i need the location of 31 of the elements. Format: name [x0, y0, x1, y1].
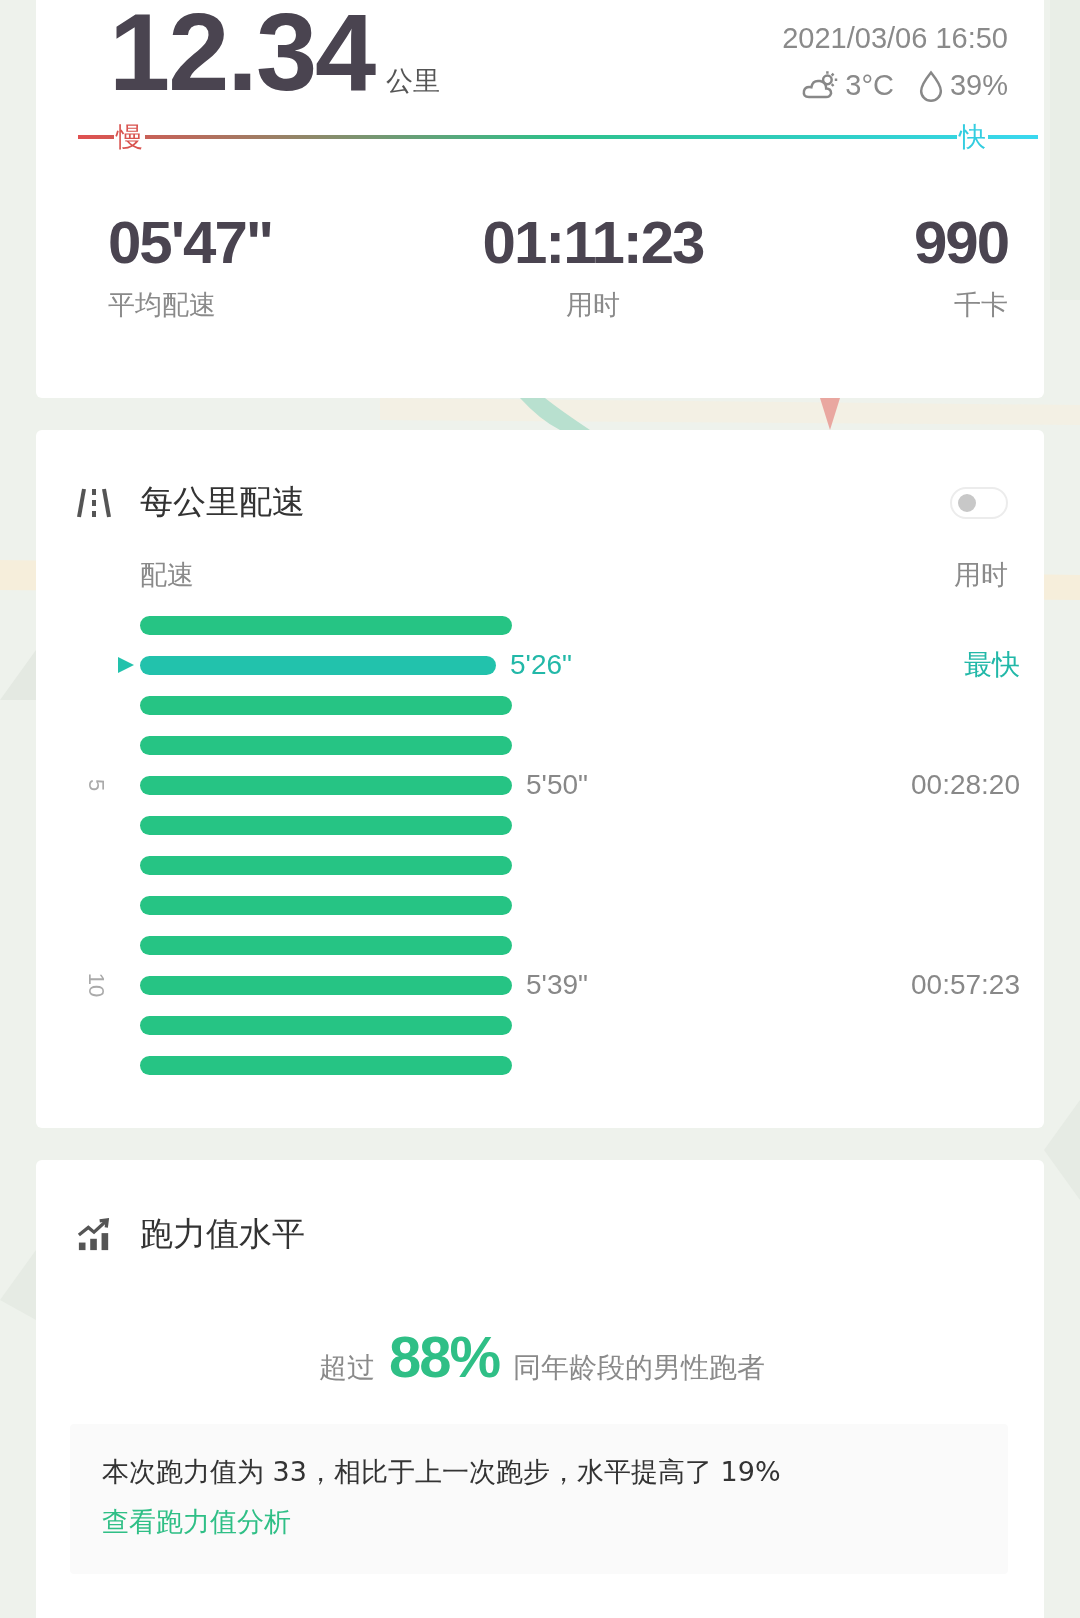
column-header: 用时 [954, 558, 1008, 592]
fastest-label: 最快 [964, 647, 1020, 683]
analysis-link[interactable]: 查看跑力值分析 [102, 1504, 291, 1540]
stat-value: 990 [913, 212, 1008, 273]
toggle-switch[interactable] [950, 486, 1008, 519]
pace-value: 5'26" [510, 649, 572, 681]
distance-unit: 公里 [386, 63, 441, 98]
stat-label: 平均配速 [108, 287, 217, 322]
comparison-suffix: 同年龄段的男性跑者 [513, 1350, 766, 1386]
section-title: 跑力值水平 [140, 1213, 305, 1255]
stat-label: 用时 [566, 287, 621, 322]
distance-value: 12.34 [109, 0, 375, 105]
percentile-value: 88% [388, 1323, 500, 1390]
humidity-icon [917, 69, 944, 102]
humidity: 39% [949, 69, 1008, 102]
temperature: 3°C [845, 69, 894, 102]
chart-trend-icon [76, 1217, 112, 1252]
axis-label: 10 [83, 972, 109, 998]
comparison-prefix: 超过 [318, 1350, 375, 1386]
stat-label: 千卡 [954, 287, 1008, 322]
stat-value: 01:11:23 [482, 212, 704, 273]
axis-label: 5 [83, 778, 109, 792]
pace-value: 5'39" [526, 969, 588, 1001]
split-time: 00:57:23 [911, 969, 1020, 1001]
stat-value: 05'47" [108, 212, 273, 273]
section-title: 每公里配速 [140, 481, 305, 523]
date-time: 2021/03/06 16:50 [782, 22, 1008, 55]
split-time: 00:28:20 [911, 769, 1020, 801]
column-header: 配速 [140, 558, 194, 592]
detail-text: 本次跑力值为 33，相比于上一次跑步，水平提高了 19% [102, 1455, 781, 1489]
pace-value: 5'50" [526, 769, 588, 801]
